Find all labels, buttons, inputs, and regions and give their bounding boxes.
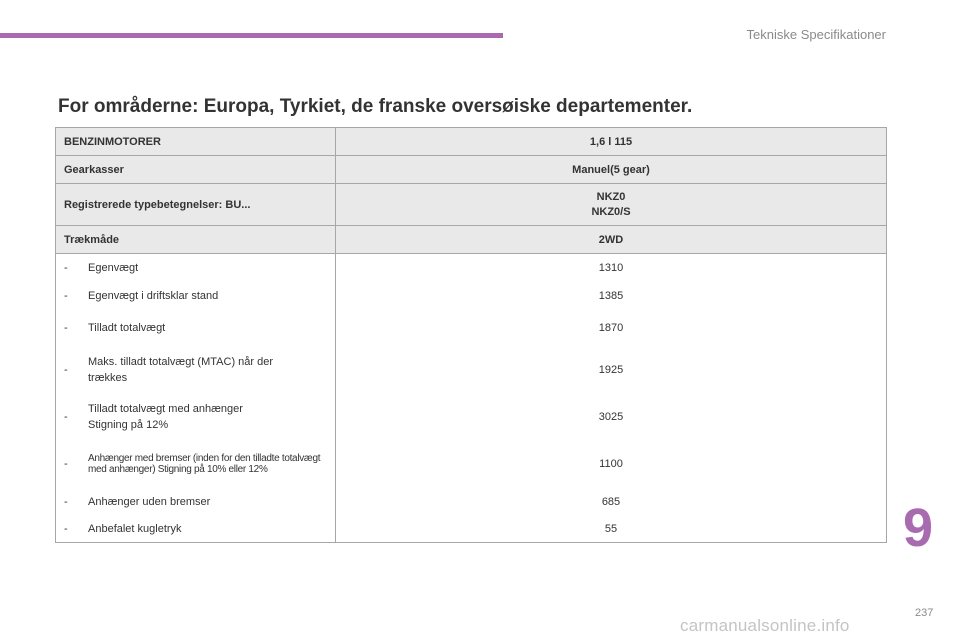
- row-value: NKZ0 NKZ0/S: [336, 184, 886, 225]
- item-value: 1925: [598, 364, 624, 376]
- row-label-cell: - Anbefalet kugletryk: [56, 516, 336, 542]
- item-label: Anhænger uden bremser: [88, 496, 211, 508]
- page-title: For områderne: Europa, Tyrkiet, de frans…: [58, 96, 693, 117]
- item-value: 685: [601, 496, 621, 508]
- value-line: 1,6 l 115: [589, 135, 633, 148]
- row-value: Manuel(5 gear): [336, 156, 886, 183]
- accent-bar: [0, 33, 503, 38]
- table-row-type-codes: Registrerede typebetegnelser: BU... NKZ0…: [56, 184, 886, 226]
- table-row: - Maks. tilladt totalvægt (MTAC) når der…: [56, 346, 886, 394]
- dash: -: [64, 262, 68, 274]
- row-label-cell: - Egenvægt: [56, 254, 336, 282]
- dash: -: [64, 458, 68, 470]
- table-row: - Tilladt totalvægt 1870: [56, 310, 886, 346]
- row-label-cell: - Tilladt totalvægt med anhænger Stignin…: [56, 394, 336, 440]
- row-label-cell: - Egenvægt i driftsklar stand: [56, 282, 336, 310]
- item-label: Anbefalet kugletryk: [88, 523, 182, 535]
- table-row-gearbox: Gearkasser Manuel(5 gear): [56, 156, 886, 184]
- item-value: 1870: [598, 322, 624, 334]
- row-label-cell: - Anhænger med bremser (inden for den ti…: [56, 440, 336, 488]
- dash: -: [64, 411, 68, 423]
- row-label-cell: - Tilladt totalvægt: [56, 310, 336, 346]
- item-label: Maks. tilladt totalvægt (MTAC) når der t…: [88, 356, 274, 384]
- table-row-drive: Trækmåde 2WD: [56, 226, 886, 254]
- row-label-cell: - Maks. tilladt totalvægt (MTAC) når der…: [56, 346, 336, 394]
- item-label: Anhænger med bremser (inden for den till…: [88, 453, 321, 475]
- row-label: Registrerede typebetegnelser: BU...: [56, 184, 336, 225]
- item-value: 55: [604, 523, 618, 535]
- table-row: - Anhænger uden bremser 685: [56, 488, 886, 516]
- item-value: 3025: [598, 411, 624, 423]
- watermark: carmanualsonline.info: [680, 616, 850, 635]
- page-number: 237: [915, 607, 934, 619]
- table-row-engine: BENZINMOTORER 1,6 l 115: [56, 128, 886, 156]
- row-label-cell: - Anhænger uden bremser: [56, 488, 336, 516]
- table-row: - Anbefalet kugletryk 55: [56, 516, 886, 542]
- spec-table: BENZINMOTORER 1,6 l 115 Gearkasser Manue…: [55, 127, 887, 543]
- item-label: Tilladt totalvægt med anhænger Stigning …: [88, 403, 243, 431]
- value-line: NKZ0/S: [591, 206, 631, 218]
- value-line: 2WD: [598, 233, 624, 246]
- row-label: Trækmåde: [56, 226, 336, 253]
- table-row: - Anhænger med bremser (inden for den ti…: [56, 440, 886, 488]
- table-row: - Egenvægt 1310: [56, 254, 886, 282]
- item-label: Tilladt totalvægt: [88, 322, 166, 334]
- table-row: - Egenvægt i driftsklar stand 1385: [56, 282, 886, 310]
- item-value: 1310: [598, 262, 624, 274]
- table-row: - Tilladt totalvægt med anhænger Stignin…: [56, 394, 886, 440]
- row-label: Gearkasser: [56, 156, 336, 183]
- dash: -: [64, 364, 68, 376]
- dash: -: [64, 496, 68, 508]
- value-line: NKZ0: [596, 191, 626, 203]
- value-line: Manuel(5 gear): [572, 163, 650, 176]
- item-label: Egenvægt: [88, 262, 139, 274]
- row-value: 1,6 l 115: [336, 128, 886, 155]
- item-value: 1385: [598, 290, 624, 302]
- dash: -: [64, 290, 68, 302]
- section-title: Tekniske Specifikationer: [746, 27, 886, 42]
- chapter-number: 9: [903, 498, 934, 558]
- item-value: 1100: [599, 458, 623, 470]
- row-value: 2WD: [336, 226, 886, 253]
- item-label: Egenvægt i driftsklar stand: [88, 290, 219, 302]
- dash: -: [64, 523, 68, 535]
- row-label: BENZINMOTORER: [56, 128, 336, 155]
- dash: -: [64, 322, 68, 334]
